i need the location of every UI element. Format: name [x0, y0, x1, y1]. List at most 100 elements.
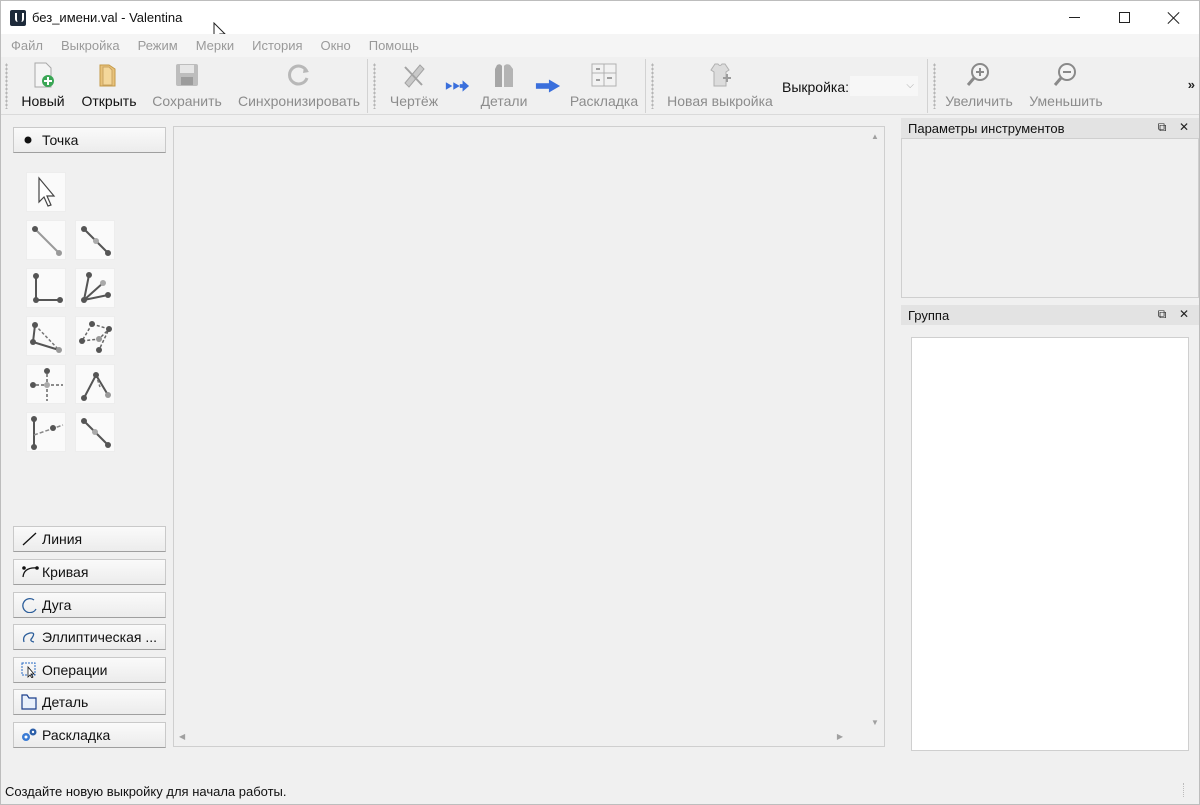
tool-options-body — [901, 138, 1199, 298]
status-message: Создайте новую выкройку для начала работ… — [5, 784, 287, 799]
details-mode-button[interactable]: Детали — [477, 61, 531, 113]
point-section-button[interactable]: Точка — [13, 127, 166, 153]
elliptical-arc-section-label: Эллиптическая ... — [42, 629, 158, 645]
menu-file[interactable]: Файл — [1, 38, 52, 53]
shoulder-point-icon — [30, 322, 62, 353]
bisector-icon — [81, 272, 111, 303]
pointer-arrow-icon — [38, 176, 56, 207]
menu-pattern[interactable]: Выкройка — [52, 38, 129, 53]
menu-measurements[interactable]: Мерки — [187, 38, 243, 53]
elliptical-arc-section-button[interactable]: Эллиптическая ... — [13, 624, 166, 650]
new-pattern-button[interactable]: Новая выкройка — [665, 61, 775, 113]
maximize-button[interactable] — [1099, 1, 1149, 34]
line-section-button[interactable]: Линия — [13, 526, 166, 552]
save-button[interactable]: Сохранить — [151, 61, 223, 113]
group-title: Группа — [908, 307, 950, 323]
menu-mode[interactable]: Режим — [129, 38, 187, 53]
toolbar-extension-button[interactable]: » — [1188, 77, 1195, 92]
detail-section-label: Деталь — [42, 694, 89, 710]
toolbar-grip[interactable] — [373, 63, 376, 109]
scroll-up-arrow-icon[interactable]: ▲ — [871, 132, 879, 141]
line-intersect-axis-tool-button[interactable] — [26, 412, 66, 452]
intersect-xy-icon — [30, 368, 63, 401]
normal-tool-button[interactable] — [26, 268, 66, 308]
height-tool-button[interactable] — [75, 364, 115, 404]
pattern-combo[interactable]: ⌵ — [849, 75, 919, 97]
size-grip[interactable] — [1183, 783, 1185, 797]
minimize-icon — [1068, 17, 1080, 18]
float-dock-icon[interactable]: ⧉ — [1151, 120, 1173, 136]
zoom-in-label: Увеличить — [945, 93, 1013, 109]
minimize-button[interactable] — [1049, 1, 1099, 34]
line-icon — [20, 531, 40, 547]
line-intersect-tool-button[interactable] — [75, 412, 115, 452]
scroll-right-arrow-icon[interactable]: ▶ — [837, 732, 843, 741]
horizontal-scrollbar[interactable]: ◀ ▶ — [174, 728, 867, 746]
operations-section-button[interactable]: Операции — [13, 657, 166, 683]
bisector-tool-button[interactable] — [75, 268, 115, 308]
double-arrow-right-icon — [445, 80, 470, 92]
close-dock-icon[interactable]: ✕ — [1173, 307, 1195, 323]
menu-history[interactable]: История — [243, 38, 311, 53]
tool-options-dock: Параметры инструментов ⧉ ✕ — [901, 118, 1199, 298]
close-dock-icon[interactable]: ✕ — [1173, 120, 1195, 136]
group-title-bar: Группа ⧉ ✕ — [901, 305, 1199, 325]
close-button[interactable] — [1149, 1, 1199, 34]
along-line-tool-button[interactable] — [75, 220, 115, 260]
drawing-canvas[interactable]: ▲ ▼ ◀ ▶ — [173, 126, 885, 747]
group-dock: Группа ⧉ ✕ — [901, 305, 1199, 757]
draft-mode-button[interactable]: Чертёж — [387, 61, 441, 113]
float-dock-icon[interactable]: ⧉ — [1151, 307, 1173, 323]
vertical-scrollbar[interactable]: ▲ ▼ — [866, 127, 884, 730]
point-dot-icon — [20, 132, 40, 148]
detail-section-button[interactable]: Деталь — [13, 689, 166, 715]
point-along-line-icon — [81, 226, 111, 256]
curve-section-button[interactable]: Кривая — [13, 559, 166, 585]
triangle-tool-button[interactable] — [75, 316, 115, 356]
scroll-left-arrow-icon[interactable]: ◀ — [179, 732, 185, 741]
layout-section-label: Раскладка — [42, 727, 111, 743]
line-intersect-icon — [81, 418, 111, 448]
zoom-in-button[interactable]: Увеличить — [943, 61, 1015, 113]
endline-icon — [32, 226, 62, 256]
intersect-xy-tool-button[interactable] — [26, 364, 66, 404]
save-label: Сохранить — [152, 93, 222, 109]
arc-icon — [20, 597, 40, 614]
toolbar-grip[interactable] — [933, 63, 936, 109]
toolbar-grip[interactable] — [5, 63, 8, 109]
menu-help[interactable]: Помощь — [360, 38, 428, 53]
window-title: без_имени.val - Valentina — [32, 10, 183, 25]
shoulder-tool-button[interactable] — [26, 316, 66, 356]
new-button[interactable]: Новый — [19, 61, 67, 113]
arrow-tool-button[interactable] — [26, 172, 66, 212]
main-toolbar: Новый Открыть Сохранить Синхронизировать — [1, 57, 1199, 115]
group-list[interactable] — [911, 337, 1189, 751]
operations-select-icon — [20, 662, 40, 679]
close-icon — [1167, 11, 1181, 25]
layout-sheets-icon — [591, 63, 617, 87]
menu-window[interactable]: Окно — [312, 38, 360, 53]
sync-button[interactable]: Синхронизировать — [237, 61, 361, 113]
toolbar-grip[interactable] — [651, 63, 654, 109]
elliptical-arc-icon — [20, 629, 40, 645]
detail-piece-icon — [20, 694, 40, 710]
new-pattern-label: Новая выкройка — [667, 93, 773, 109]
arc-section-label: Дуга — [42, 597, 72, 613]
open-button[interactable]: Открыть — [79, 61, 139, 113]
open-folder-icon — [99, 64, 116, 87]
pattern-combo-label: Выкройка: — [782, 79, 850, 95]
status-bar: Создайте новую выкройку для начала работ… — [1, 779, 1199, 804]
new-label: Новый — [21, 93, 65, 109]
endline-tool-button[interactable] — [26, 220, 66, 260]
layout-section-button[interactable]: Раскладка — [13, 722, 166, 748]
scroll-down-arrow-icon[interactable]: ▼ — [871, 718, 879, 727]
arc-section-button[interactable]: Дуга — [13, 592, 166, 618]
toolbar-separator — [645, 59, 646, 113]
zoom-out-button[interactable]: Уменьшить — [1027, 61, 1105, 113]
draft-pencil-icon — [404, 64, 425, 88]
layout-gears-icon — [20, 727, 40, 743]
chevron-down-icon: ⌵ — [906, 80, 914, 91]
layout-mode-button[interactable]: Раскладка — [569, 61, 639, 113]
curve-icon — [20, 564, 40, 580]
maximize-icon — [1118, 12, 1130, 23]
